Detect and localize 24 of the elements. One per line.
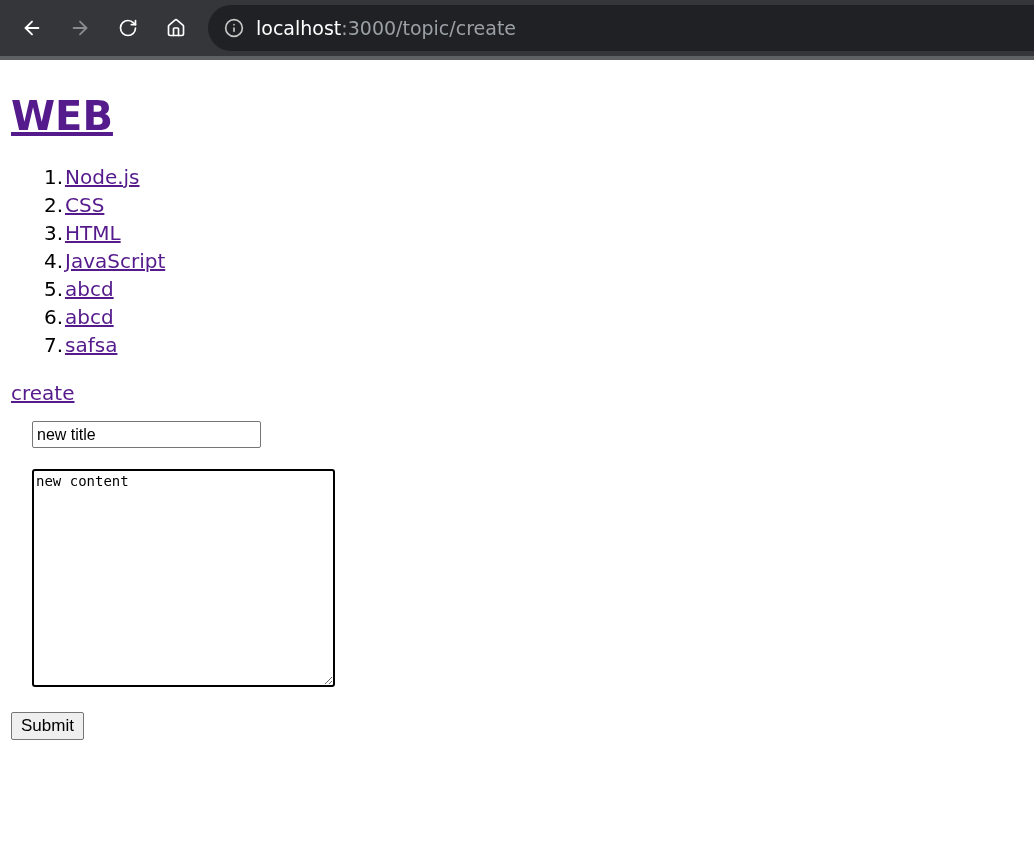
topic-link[interactable]: safsa xyxy=(65,331,118,359)
list-number: 4. xyxy=(42,248,64,275)
topic-link[interactable]: abcd xyxy=(65,303,114,331)
submit-button[interactable]: Submit xyxy=(11,712,84,740)
address-bar[interactable]: localhost:3000/topic/create xyxy=(208,5,1034,51)
url-text: localhost:3000/topic/create xyxy=(256,15,517,41)
list-number: 5. xyxy=(42,276,64,303)
list-number: 2. xyxy=(42,192,64,219)
home-icon[interactable] xyxy=(166,18,186,38)
info-icon[interactable] xyxy=(224,18,244,38)
create-link[interactable]: create xyxy=(11,381,75,405)
list-number: 1. xyxy=(42,164,64,191)
list-number: 3. xyxy=(42,220,64,247)
list-number: 7. xyxy=(42,332,64,359)
topic-link[interactable]: JavaScript xyxy=(65,247,166,275)
topic-link[interactable]: HTML xyxy=(65,219,121,247)
title-field[interactable]: new title xyxy=(32,421,261,448)
topic-link[interactable]: CSS xyxy=(65,191,105,219)
list-number: 6. xyxy=(42,304,64,331)
content-field[interactable]: new content xyxy=(32,469,335,687)
topic-link[interactable]: Node.js xyxy=(65,163,140,191)
topic-link[interactable]: abcd xyxy=(65,275,114,303)
site-title-link[interactable]: WEB xyxy=(11,93,113,139)
reload-icon[interactable] xyxy=(118,18,138,38)
